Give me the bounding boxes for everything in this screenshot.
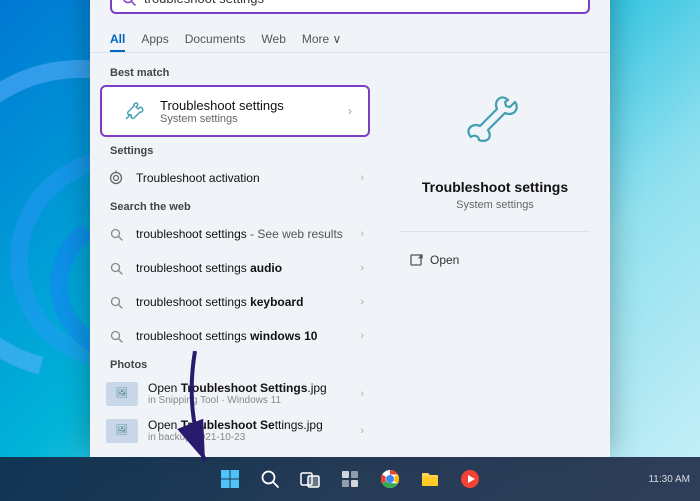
web-result-text-2: troubleshoot settings keyboard bbox=[136, 295, 350, 309]
photo-title-0: Open Troubleshoot Settings.jpg bbox=[148, 381, 350, 395]
file-explorer-icon[interactable] bbox=[412, 461, 448, 497]
tab-apps[interactable]: Apps bbox=[141, 28, 168, 52]
photo-thumb-0: 🖼 bbox=[106, 382, 138, 406]
detail-panel: Troubleshoot settings System settings Op… bbox=[380, 53, 610, 457]
open-button-label: Open bbox=[430, 253, 459, 267]
widgets-icon[interactable] bbox=[332, 461, 368, 497]
desktop-background: 👤 ··· troubleshoot settings All Apps Doc… bbox=[0, 0, 700, 501]
web-result-item-3[interactable]: troubleshoot settings windows 10 › bbox=[90, 319, 380, 353]
best-match-item-subtitle: System settings bbox=[160, 113, 338, 125]
detail-app-subtitle: System settings bbox=[456, 199, 534, 211]
settings-result-title: Troubleshoot activation bbox=[136, 171, 350, 185]
section-best-match-label: Best match bbox=[90, 61, 380, 83]
chevron-web-3-icon: › bbox=[360, 330, 364, 342]
web-result-title-3: troubleshoot settings windows 10 bbox=[136, 329, 350, 343]
search-icon bbox=[122, 0, 136, 6]
chevron-web-1-icon: › bbox=[360, 262, 364, 274]
photo-text-0: Open Troubleshoot Settings.jpg in Snippi… bbox=[148, 381, 350, 406]
section-photos-label: Photos bbox=[90, 353, 380, 375]
settings-result-text: Troubleshoot activation bbox=[136, 171, 350, 185]
taskbar-icons bbox=[212, 461, 488, 497]
tab-documents[interactable]: Documents bbox=[185, 28, 246, 52]
chrome-icon[interactable] bbox=[372, 461, 408, 497]
web-search-icon-1 bbox=[106, 258, 126, 278]
web-result-text-1: troubleshoot settings audio bbox=[136, 261, 350, 275]
chevron-photo-0-icon: › bbox=[360, 388, 364, 400]
chevron-web-0-icon: › bbox=[360, 228, 364, 240]
photo-result-item-1[interactable]: 🖼 Open Troubleshoot Settings.jpg in back… bbox=[90, 412, 380, 449]
best-match-item-icon bbox=[118, 95, 150, 127]
web-search-icon-0 bbox=[106, 224, 126, 244]
best-match-item-title: Troubleshoot settings bbox=[160, 98, 338, 113]
tab-all[interactable]: All bbox=[110, 28, 125, 52]
chevron-photo-1-icon: › bbox=[360, 425, 364, 437]
results-panel: Best match Troubleshoot settings System … bbox=[90, 53, 380, 457]
windows-start-icon[interactable] bbox=[212, 461, 248, 497]
search-content: Best match Troubleshoot settings System … bbox=[90, 53, 610, 457]
web-result-text-3: troubleshoot settings windows 10 bbox=[136, 329, 350, 343]
section-settings-label: Settings bbox=[90, 139, 380, 161]
search-box[interactable]: troubleshoot settings bbox=[110, 0, 590, 14]
web-search-icon-3 bbox=[106, 326, 126, 346]
taskbar: 11:30 AM bbox=[0, 457, 700, 501]
chevron-settings-icon: › bbox=[360, 172, 364, 184]
search-taskbar-icon[interactable] bbox=[252, 461, 288, 497]
photo-result-item-0[interactable]: 🖼 Open Troubleshoot Settings.jpg in Snip… bbox=[90, 375, 380, 412]
photo-text-1: Open Troubleshoot Settings.jpg in backup… bbox=[148, 418, 350, 443]
web-result-title-0: troubleshoot settings - See web results bbox=[136, 227, 350, 241]
chevron-right-icon: › bbox=[348, 104, 352, 118]
tab-web[interactable]: Web bbox=[261, 28, 285, 52]
web-result-text-0: troubleshoot settings - See web results bbox=[136, 227, 350, 241]
media-player-icon[interactable] bbox=[452, 461, 488, 497]
search-tabs: All Apps Documents Web More ∨ bbox=[90, 22, 610, 53]
photo-subtitle-0: in Snipping Tool · Windows 11 bbox=[148, 395, 350, 406]
web-result-title-2: troubleshoot settings keyboard bbox=[136, 295, 350, 309]
photo-subtitle-1: in backup-2021-10-23 bbox=[148, 432, 350, 443]
web-result-item-1[interactable]: troubleshoot settings audio › bbox=[90, 251, 380, 285]
start-menu: 👤 ··· troubleshoot settings All Apps Doc… bbox=[90, 0, 610, 457]
taskbar-tray: 11:30 AM bbox=[648, 457, 690, 501]
detail-app-icon bbox=[455, 83, 535, 163]
settings-result-item[interactable]: Troubleshoot activation › bbox=[90, 161, 380, 195]
photo-title-1: Open Troubleshoot Settings.jpg bbox=[148, 418, 350, 432]
best-match-item[interactable]: Troubleshoot settings System settings › bbox=[100, 85, 370, 137]
taskview-icon[interactable] bbox=[292, 461, 328, 497]
chevron-web-2-icon: › bbox=[360, 296, 364, 308]
web-result-item-0[interactable]: troubleshoot settings - See web results … bbox=[90, 217, 380, 251]
search-query-text: troubleshoot settings bbox=[144, 0, 578, 6]
open-button[interactable]: Open bbox=[400, 248, 469, 272]
web-search-icon-2 bbox=[106, 292, 126, 312]
web-result-item-2[interactable]: troubleshoot settings keyboard › bbox=[90, 285, 380, 319]
photo-thumb-1: 🖼 bbox=[106, 419, 138, 443]
tab-more[interactable]: More ∨ bbox=[302, 28, 341, 52]
detail-app-title: Troubleshoot settings bbox=[422, 179, 568, 195]
section-web-label: Search the web bbox=[90, 195, 380, 217]
detail-divider bbox=[400, 231, 590, 232]
search-area: troubleshoot settings bbox=[90, 0, 610, 22]
best-match-item-text: Troubleshoot settings System settings bbox=[160, 98, 338, 125]
settings-item-icon bbox=[106, 168, 126, 188]
open-link-icon bbox=[410, 253, 424, 267]
web-result-title-1: troubleshoot settings audio bbox=[136, 261, 350, 275]
